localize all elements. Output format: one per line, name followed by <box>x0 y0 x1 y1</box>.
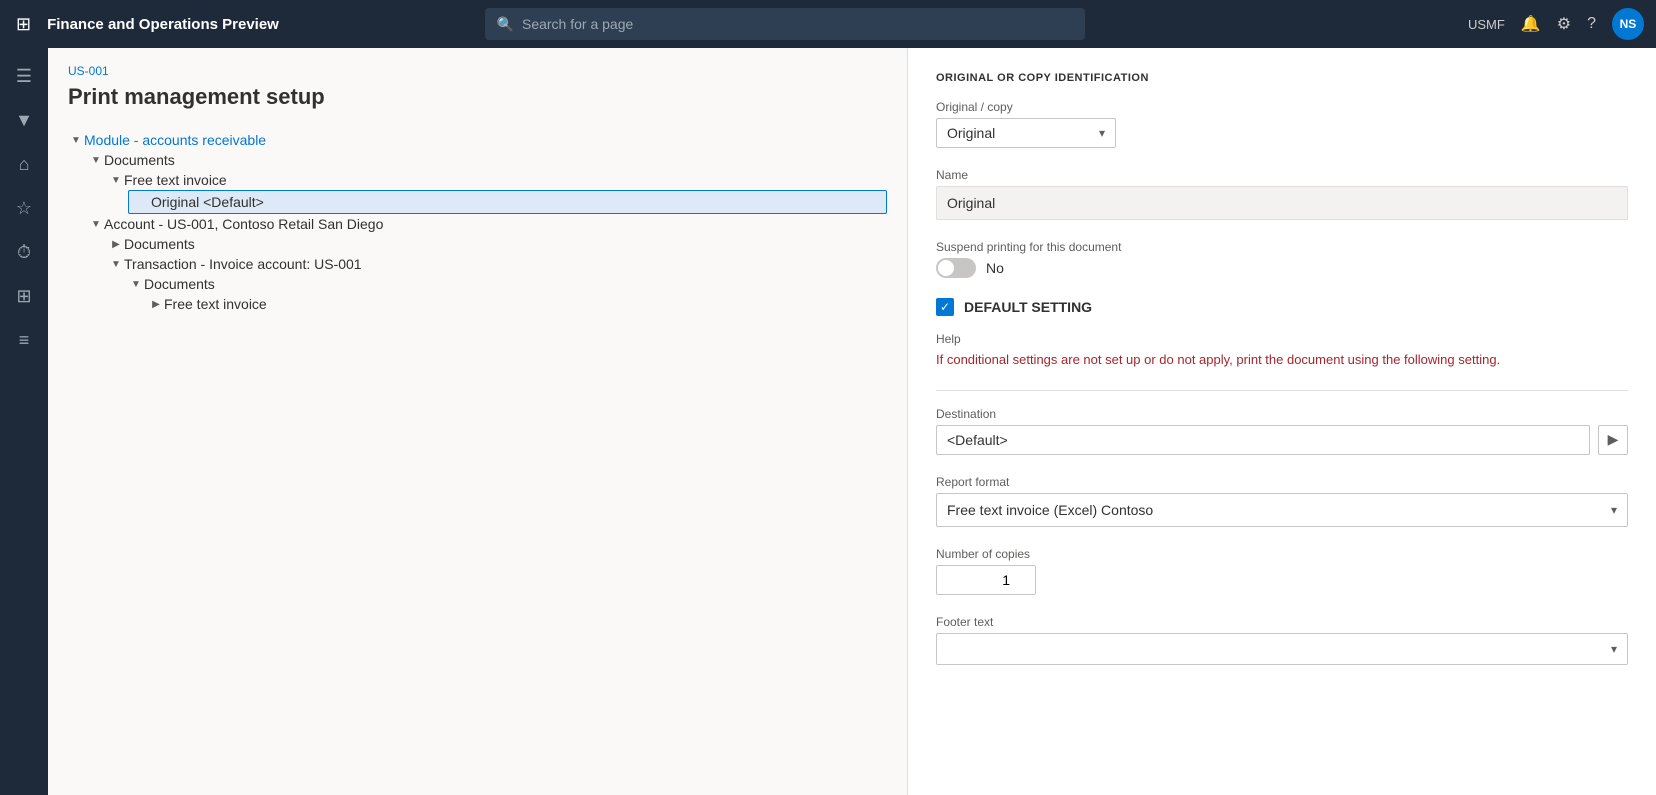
toggle-fti[interactable]: ▼ <box>108 172 124 188</box>
original-copy-group: Original / copy Original ▾ <box>936 100 1628 148</box>
chevron-down-icon-2: ▾ <box>1611 503 1617 517</box>
search-bar[interactable]: 🔍 <box>485 8 1085 40</box>
footer-label: Footer text <box>936 615 1628 629</box>
name-value: Original <box>936 186 1628 220</box>
toggle-fti2[interactable]: ▶ <box>148 296 164 312</box>
tree-item-docs1[interactable]: ▼ Documents <box>88 150 887 170</box>
favorites-icon[interactable]: ☆ <box>4 188 44 228</box>
notification-icon[interactable]: 🔔 <box>1521 14 1541 34</box>
tree-label-fti: Free text invoice <box>124 172 227 188</box>
name-label: Name <box>936 168 1628 182</box>
left-sidebar: ☰ ▼ ⌂ ☆ ⏱ ⊞ ≡ <box>0 48 48 795</box>
destination-group: Destination ▶ <box>936 407 1628 455</box>
report-format-group: Report format Free text invoice (Excel) … <box>936 475 1628 527</box>
suspend-label: Suspend printing for this document <box>936 240 1628 254</box>
default-setting-row: ✓ DEFAULT SETTING <box>936 298 1628 316</box>
name-group: Name Original <box>936 168 1628 220</box>
left-panel: US-001 Print management setup ▼ Module -… <box>48 48 908 795</box>
grid-menu-icon[interactable]: ⊞ <box>12 10 35 39</box>
divider <box>936 390 1628 391</box>
tree-item-original-default[interactable]: Original <Default> <box>128 190 887 214</box>
toggle-original <box>135 194 151 210</box>
top-navigation: ⊞ Finance and Operations Preview 🔍 USMF … <box>0 0 1656 48</box>
page-title: Print management setup <box>68 84 887 110</box>
original-copy-label: Original / copy <box>936 100 1628 114</box>
help-group: Help If conditional settings are not set… <box>936 332 1628 370</box>
destination-label: Destination <box>936 407 1628 421</box>
copies-input[interactable] <box>936 565 1036 595</box>
destination-arrow-button[interactable]: ▶ <box>1598 425 1628 455</box>
default-setting-label: DEFAULT SETTING <box>964 299 1092 315</box>
report-format-value: Free text invoice (Excel) Contoso <box>947 502 1153 518</box>
tree-label-docs2: Documents <box>124 236 195 252</box>
breadcrumb[interactable]: US-001 <box>68 64 887 78</box>
tree-item-docs3[interactable]: ▼ Documents <box>128 274 887 294</box>
help-label: Help <box>936 332 1628 346</box>
hamburger-icon[interactable]: ☰ <box>4 56 44 96</box>
tree-label-original: Original <Default> <box>151 194 264 210</box>
suspend-group: Suspend printing for this document No <box>936 240 1628 278</box>
tree-item-account[interactable]: ▼ Account - US-001, Contoso Retail San D… <box>88 214 887 234</box>
workspaces-icon[interactable]: ⊞ <box>4 276 44 316</box>
tree-label-module: Module - accounts receivable <box>84 132 266 148</box>
destination-row: ▶ <box>936 425 1628 455</box>
tree-item-module[interactable]: ▼ Module - accounts receivable <box>68 130 887 150</box>
user-label: USMF <box>1468 17 1505 32</box>
suspend-toggle-row: No <box>936 258 1628 278</box>
destination-input[interactable] <box>936 425 1590 455</box>
nav-right: USMF 🔔 ⚙ ? NS <box>1468 8 1644 40</box>
toggle-account[interactable]: ▼ <box>88 216 104 232</box>
checkmark-icon: ✓ <box>940 300 950 314</box>
search-input[interactable] <box>522 16 1073 32</box>
right-panel: ORIGINAL OR COPY IDENTIFICATION Original… <box>908 48 1656 795</box>
modules-icon[interactable]: ≡ <box>4 320 44 360</box>
chevron-down-icon: ▾ <box>1099 126 1105 140</box>
chevron-down-icon-3: ▾ <box>1611 642 1617 656</box>
tree-label-fti2: Free text invoice <box>164 296 267 312</box>
toggle-docs3[interactable]: ▼ <box>128 276 144 292</box>
footer-group: Footer text ▾ <box>936 615 1628 665</box>
original-copy-value: Original <box>947 125 995 141</box>
tree-label-docs1: Documents <box>104 152 175 168</box>
help-icon[interactable]: ? <box>1587 15 1596 33</box>
report-format-dropdown[interactable]: Free text invoice (Excel) Contoso ▾ <box>936 493 1628 527</box>
filter-icon[interactable]: ▼ <box>4 100 44 140</box>
main-content: US-001 Print management setup ▼ Module -… <box>48 48 1656 795</box>
tree-label-transaction: Transaction - Invoice account: US-001 <box>124 256 362 272</box>
tree-label-account: Account - US-001, Contoso Retail San Die… <box>104 216 383 232</box>
copies-group: Number of copies <box>936 547 1628 595</box>
copies-label: Number of copies <box>936 547 1628 561</box>
footer-dropdown[interactable]: ▾ <box>936 633 1628 665</box>
tree-label-docs3: Documents <box>144 276 215 292</box>
recent-icon[interactable]: ⏱ <box>4 232 44 272</box>
help-description: If conditional settings are not set up o… <box>936 350 1628 370</box>
tree-item-transaction[interactable]: ▼ Transaction - Invoice account: US-001 <box>108 254 887 274</box>
home-icon[interactable]: ⌂ <box>4 144 44 184</box>
default-setting-checkbox[interactable]: ✓ <box>936 298 954 316</box>
settings-icon[interactable]: ⚙ <box>1557 14 1571 34</box>
toggle-docs2[interactable]: ▶ <box>108 236 124 252</box>
original-copy-dropdown[interactable]: Original ▾ <box>936 118 1116 148</box>
section-title: ORIGINAL OR COPY IDENTIFICATION <box>936 72 1628 84</box>
avatar[interactable]: NS <box>1612 8 1644 40</box>
report-format-label: Report format <box>936 475 1628 489</box>
suspend-value: No <box>986 260 1004 276</box>
toggle-docs1[interactable]: ▼ <box>88 152 104 168</box>
app-title: Finance and Operations Preview <box>47 16 279 33</box>
suspend-toggle[interactable] <box>936 258 976 278</box>
toggle-transaction[interactable]: ▼ <box>108 256 124 272</box>
tree-container: ▼ Module - accounts receivable ▼ Documen… <box>68 130 887 314</box>
toggle-module[interactable]: ▼ <box>68 132 84 148</box>
tree-item-fti[interactable]: ▼ Free text invoice <box>108 170 887 190</box>
toggle-knob <box>938 260 954 276</box>
search-icon: 🔍 <box>497 16 514 33</box>
tree-item-docs2[interactable]: ▶ Documents <box>108 234 887 254</box>
tree-item-fti2[interactable]: ▶ Free text invoice <box>148 294 887 314</box>
